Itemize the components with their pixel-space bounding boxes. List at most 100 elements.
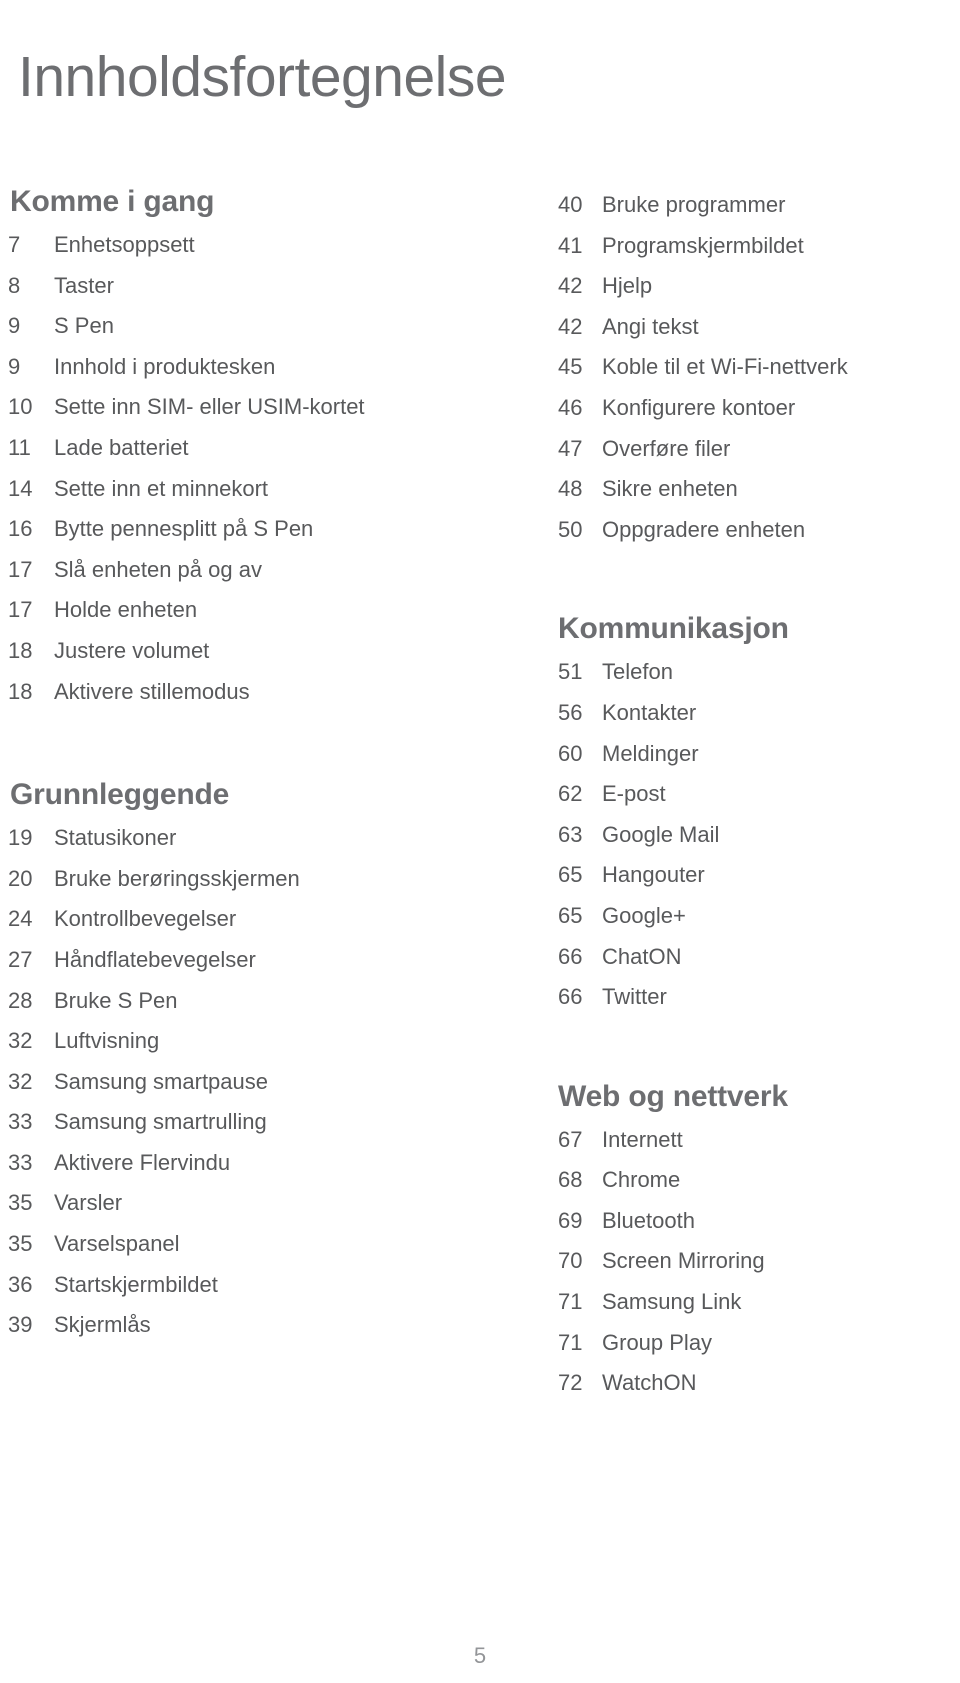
toc-entry-page: 19 [8, 825, 33, 851]
toc-entry-page: 51 [558, 659, 583, 685]
toc-entry[interactable]: 24 Kontrollbevegelser [0, 899, 480, 940]
toc-entry-label: Statusikoner [54, 825, 177, 851]
toc-columns: Komme i gang 7 Enhetsoppsett 8 Taster 9 S Pen 9… [0, 185, 960, 1605]
toc-entry[interactable]: 40 Bruke programmer [540, 185, 960, 226]
toc-entry[interactable]: 72 WatchON [540, 1363, 960, 1404]
toc-entry[interactable]: 16 Bytte pennesplitt på S Pen [0, 509, 480, 550]
toc-entry[interactable]: 71 Samsung Link [540, 1282, 960, 1323]
toc-entry-label: Varsler [54, 1190, 123, 1216]
toc-entry[interactable]: 69 Bluetooth [540, 1201, 960, 1242]
toc-entry[interactable]: 51 Telefon [540, 652, 960, 693]
toc-entry[interactable]: 35 Varsler [0, 1183, 480, 1224]
toc-entry-label: Telefon [602, 659, 673, 685]
toc-entry[interactable]: 20 Bruke berøringsskjermen [0, 859, 480, 900]
toc-entry-page: 42 [558, 313, 583, 339]
toc-entry-label: Angi tekst [602, 313, 699, 339]
toc-entry[interactable]: 47 Overføre filer [540, 429, 960, 470]
toc-page: Innholdsfortegnelse Komme i gang 7 Enhetso… [0, 0, 960, 1683]
toc-entry[interactable]: 8 Taster [0, 266, 480, 307]
toc-entry-page: 72 [558, 1370, 583, 1396]
toc-entry-page: 9 [8, 353, 21, 379]
toc-entry[interactable]: 71 Group Play [540, 1323, 960, 1364]
toc-entry[interactable]: 66 Twitter [540, 977, 960, 1018]
toc-entry[interactable]: 9 S Pen [0, 306, 480, 347]
toc-entry-label: Håndflatebevegelser [54, 946, 256, 972]
toc-entry[interactable]: 32 Luftvisning [0, 1021, 480, 1062]
toc-entry-page: 47 [558, 435, 583, 461]
toc-entry-page: 7 [8, 232, 21, 257]
toc-entry-label: Oppgradere enheten [602, 516, 806, 542]
toc-entry[interactable]: 28 Bruke S Pen [0, 981, 480, 1022]
toc-entry[interactable]: 19 Statusikoner [0, 818, 480, 859]
toc-entry-page: 70 [558, 1248, 583, 1274]
toc-entry-label: Bruke berøringsskjermen [54, 865, 300, 891]
toc-entry-label: Startskjermbildet [54, 1271, 218, 1297]
toc-entry[interactable]: 18 Aktivere stillemodus [0, 672, 480, 713]
toc-entry[interactable]: 7 Enhetsoppsett [0, 225, 480, 266]
toc-entry[interactable]: 33 Samsung smartrulling [0, 1102, 480, 1143]
toc-entry-label: Kontrollbevegelser [54, 906, 237, 932]
toc-entry-page: 35 [8, 1190, 33, 1216]
toc-entry-label: Aktivere Flervindu [54, 1149, 231, 1175]
toc-entry[interactable]: 14 Sette inn et minnekort [0, 469, 480, 510]
toc-entry-label: Skjermlås [54, 1312, 151, 1338]
toc-entry[interactable]: 48 Sikre enheten [540, 469, 960, 510]
toc-entry-page: 48 [558, 476, 583, 502]
toc-entry[interactable]: 70 Screen Mirroring [540, 1241, 960, 1282]
toc-entry[interactable]: 32 Samsung smartpause [0, 1062, 480, 1103]
toc-entry[interactable]: 60 Meldinger [540, 734, 960, 775]
toc-entry-label: Bluetooth [602, 1207, 695, 1233]
toc-entry[interactable]: 42 Angi tekst [540, 307, 960, 348]
toc-entry-page: 18 [8, 678, 33, 704]
toc-entry-label: Chrome [602, 1167, 681, 1193]
toc-entry[interactable]: 33 Aktivere Flervindu [0, 1143, 480, 1184]
section-heading-kommunikasjon: Kommunikasjon [558, 612, 789, 646]
toc-entry-label: Sette inn SIM- eller USIM-kortet [54, 394, 365, 420]
toc-entry-page: 41 [558, 232, 583, 258]
toc-entry[interactable]: 17 Holde enheten [0, 590, 480, 631]
toc-entry-page: 10 [8, 394, 33, 420]
toc-entry[interactable]: 56 Kontakter [540, 693, 960, 734]
toc-entry-label: Justere volumet [54, 637, 210, 663]
toc-entry[interactable]: 46 Konfigurere kontoer [540, 388, 960, 429]
toc-entry-label: Overføre filer [602, 435, 731, 461]
toc-entry-label: Konfigurere kontoer [602, 394, 796, 420]
toc-entry[interactable]: 36 Startskjermbildet [0, 1265, 480, 1306]
toc-entry[interactable]: 9 Innhold i produktesken [0, 347, 480, 388]
toc-entry[interactable]: 11 Lade batteriet [0, 428, 480, 469]
toc-entry-label: Bytte pennesplitt på S Pen [54, 516, 314, 542]
toc-entry[interactable]: 41 Programskjermbildet [540, 226, 960, 267]
toc-entry[interactable]: 39 Skjermlås [0, 1305, 480, 1346]
toc-entry-page: 16 [8, 516, 33, 542]
toc-entry-label: Taster [54, 272, 114, 298]
toc-entry[interactable]: 68 Chrome [540, 1160, 960, 1201]
toc-entry[interactable]: 35 Varselspanel [0, 1224, 480, 1265]
toc-entry[interactable]: 42 Hjelp [540, 266, 960, 307]
toc-entry[interactable]: 65 Hangouter [540, 855, 960, 896]
toc-entry-page: 71 [558, 1289, 583, 1315]
toc-entry[interactable]: 17 Slå enheten på og av [0, 550, 480, 591]
toc-entry-page: 36 [8, 1271, 33, 1297]
toc-entry[interactable]: 67 Internett [540, 1120, 960, 1161]
toc-right-column: 40 Bruke programmer 41 Programskjermbildet 4… [540, 185, 960, 1404]
toc-entry[interactable]: 66 ChatON [540, 937, 960, 978]
toc-entry[interactable]: 27 Håndflatebevegelser [0, 940, 480, 981]
toc-entry[interactable]: 45 Koble til et Wi-Fi-nettverk [540, 347, 960, 388]
toc-entry-page: 66 [558, 984, 583, 1010]
toc-entry-page: 24 [8, 906, 33, 932]
toc-entry[interactable]: 10 Sette inn SIM- eller USIM-kortet [0, 387, 480, 428]
toc-section: Web og nettverk 67 Internett 68 Chrome 69 Blue… [540, 1080, 960, 1404]
toc-entry[interactable]: 62 E-post [540, 774, 960, 815]
toc-entry[interactable]: 65 Google+ [540, 896, 960, 937]
toc-entry[interactable]: 18 Justere volumet [0, 631, 480, 672]
toc-entry-page: 62 [558, 781, 583, 807]
toc-entry-page: 42 [558, 273, 583, 299]
toc-entry-label: Hjelp [602, 273, 653, 299]
toc-entry-label: Samsung smartpause [54, 1068, 268, 1094]
toc-entry[interactable]: 63 Google Mail [540, 815, 960, 856]
toc-entry-page: 14 [8, 475, 33, 501]
toc-entry[interactable]: 50 Oppgradere enheten [540, 510, 960, 551]
toc-entry-label: Programskjermbildet [602, 232, 804, 258]
